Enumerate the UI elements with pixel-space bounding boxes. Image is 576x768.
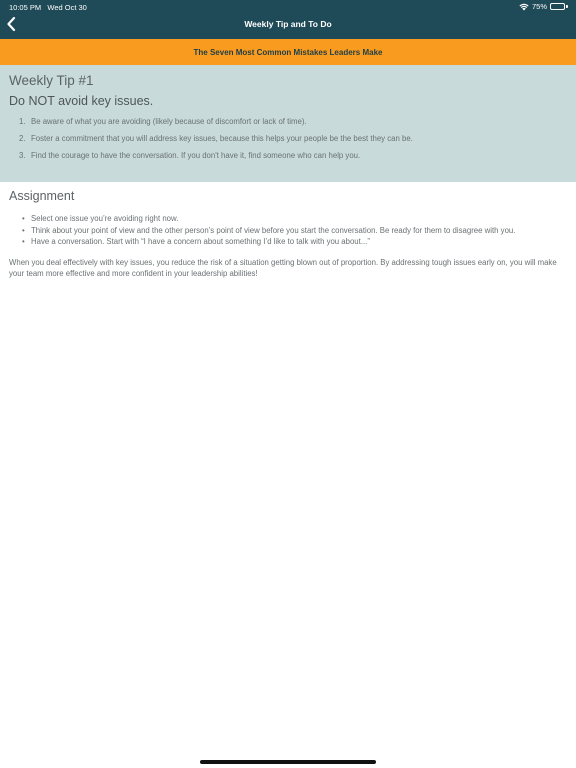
tip-item-number: 3.	[19, 151, 26, 160]
tip-item-number: 1.	[19, 117, 26, 126]
assignment-item-text: Select one issue you’re avoiding right n…	[31, 214, 179, 223]
top-bar: 10:05 PM Wed Oct 30 75% Weekly Tip and T…	[0, 0, 576, 39]
tip-subheading: Do NOT avoid key issues.	[9, 94, 154, 108]
assignment-list: • Select one issue you’re avoiding right…	[9, 213, 567, 248]
assignment-item-text: Think about your point of view and the o…	[31, 225, 516, 235]
tip-item-text: Be aware of what you are avoiding (likel…	[31, 117, 307, 126]
weekly-tip-section: Weekly Tip #1 Do NOT avoid key issues. 1…	[0, 65, 576, 182]
closing-paragraph: When you deal effectively with key issue…	[9, 257, 557, 279]
battery-percent: 75%	[531, 2, 547, 11]
assignment-item-text: Have a conversation. Start with “I have …	[31, 237, 370, 246]
home-indicator[interactable]	[200, 760, 376, 764]
bullet: •	[22, 237, 25, 246]
tip-list-item: 1. Be aware of what you are avoiding (li…	[19, 117, 567, 127]
page-title: Weekly Tip and To Do	[244, 19, 332, 29]
tip-list: 1. Be aware of what you are avoiding (li…	[9, 117, 567, 161]
status-date-text: Wed Oct 30	[47, 3, 87, 12]
section-banner: The Seven Most Common Mistakes Leaders M…	[0, 39, 576, 65]
assignment-list-item: • Think about your point of view and the…	[22, 225, 567, 237]
bullet: •	[22, 214, 25, 223]
assignment-list-item: • Have a conversation. Start with “I hav…	[22, 236, 567, 248]
assignment-heading: Assignment	[9, 189, 75, 203]
wifi-icon	[519, 3, 529, 10]
tip-list-item: 2. Foster a commitment that you will add…	[19, 134, 567, 144]
banner-text: The Seven Most Common Mistakes Leaders M…	[193, 47, 383, 57]
status-time-text: 10:05 PM	[9, 3, 42, 12]
status-indicators: 75%	[519, 2, 568, 11]
tip-heading: Weekly Tip #1	[9, 73, 94, 88]
assignment-section: Assignment • Select one issue you’re avo…	[9, 188, 567, 280]
bullet: •	[22, 225, 25, 235]
tip-list-item: 3. Find the courage to have the conversa…	[19, 151, 567, 161]
status-time: 10:05 PM Wed Oct 30	[9, 3, 87, 12]
tip-item-number: 2.	[19, 134, 26, 143]
tip-item-text: Find the courage to have the conversatio…	[31, 151, 361, 160]
battery-icon	[550, 3, 568, 11]
assignment-list-item: • Select one issue you’re avoiding right…	[22, 213, 567, 225]
tip-item-text: Foster a commitment that you will addres…	[31, 134, 413, 143]
